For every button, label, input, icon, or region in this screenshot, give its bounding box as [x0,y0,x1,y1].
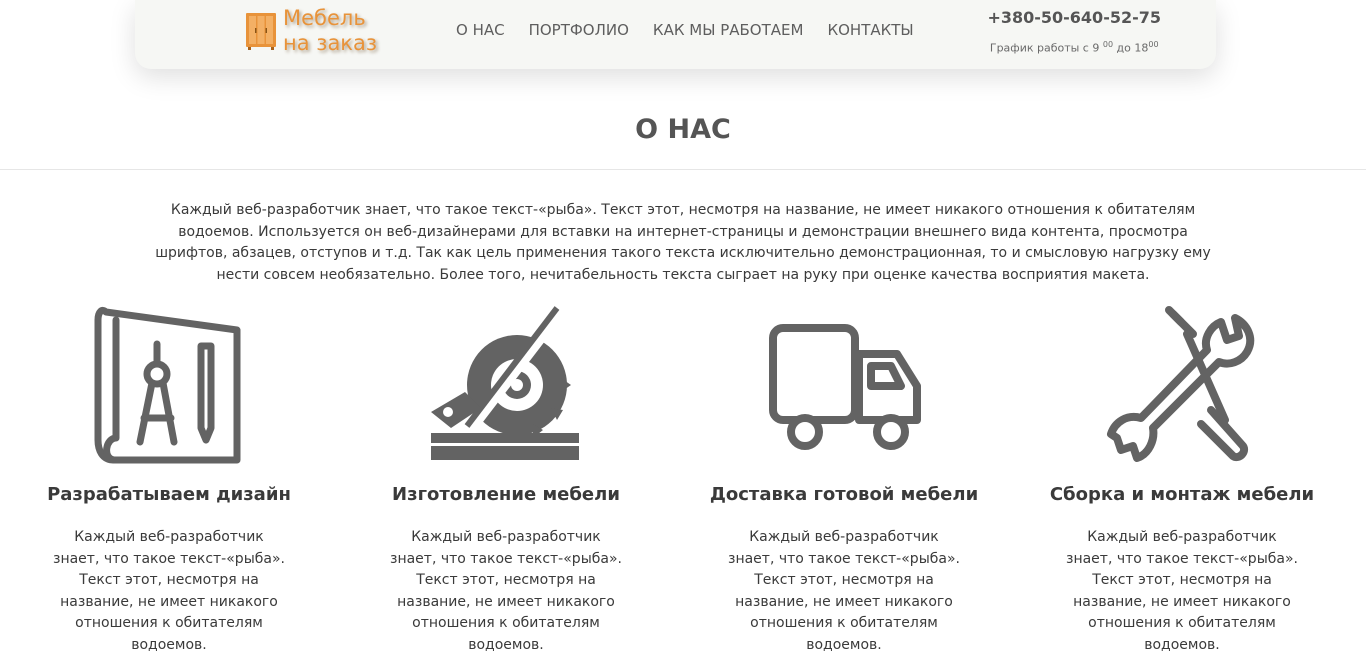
hours-prefix: График работы с 9 [989,41,1100,55]
feature-design: Разрабатываем дизайн Каждый веб-разработ… [19,300,319,653]
logo-text: Мебель на заказ [283,6,377,56]
phone-link[interactable]: +380-50-640-52-75 [987,8,1161,27]
main-nav: О НАС ПОРТФОЛИО КАК МЫ РАБОТАЕМ КОНТАКТЫ [456,21,938,39]
feature-assembly: Сборка и монтаж мебели Каждый веб-разраб… [1032,300,1332,653]
tools-icon [1107,306,1255,462]
feature-title: Изготовление мебели [392,484,620,505]
hours-mid: до 18 [1113,41,1149,55]
section-title: О НАС [635,114,731,145]
feature-title: Разрабатываем дизайн [47,484,291,505]
intro-text: Каждый веб-разработчик знает, что такое … [155,202,1211,283]
logo-line-2: на заказ [283,31,378,55]
feature-text: Каждый веб-разработчик знает, что такое … [390,529,622,653]
nav-contacts[interactable]: КОНТАКТЫ [827,21,913,39]
blueprint-icon [94,306,241,464]
hours-sup-start: 00 [1102,40,1114,49]
header-contacts: +380-50-640-52-75 График работы с 9 00 д… [987,8,1161,55]
work-hours: График работы с 9 00 до 1800 [987,40,1161,55]
feature-title: Доставка готовой мебели [709,484,979,505]
nav-about[interactable]: О НАС [456,21,505,39]
feature-text: Каждый веб-разработчик знает, что такое … [1066,529,1298,653]
feature-title: Сборка и монтаж мебели [1049,484,1315,505]
delivery-truck-icon [769,324,921,450]
nav-portfolio[interactable]: ПОРТФОЛИО [529,21,629,39]
feature-delivery: Доставка готовой мебели Каждый веб-разра… [694,300,994,653]
nav-how-we-work[interactable]: КАК МЫ РАБОТАЕМ [653,21,804,39]
section-divider [0,169,1366,170]
circular-saw-icon [431,306,579,460]
feature-manufacturing: Изготовление мебели Каждый веб-разработч… [356,300,656,653]
feature-text: Каждый веб-разработчик знает, что такое … [728,529,960,653]
feature-text: Каждый веб-разработчик знает, что такое … [53,529,285,653]
logo-link[interactable]: Мебель на заказ [245,6,377,56]
site-header: Мебель на заказ О НАС ПОРТФОЛИО КАК МЫ Р… [135,0,1216,69]
hours-sup-end: 00 [1148,40,1159,49]
logo-line-1: Мебель [283,6,366,30]
wardrobe-icon [246,13,276,50]
